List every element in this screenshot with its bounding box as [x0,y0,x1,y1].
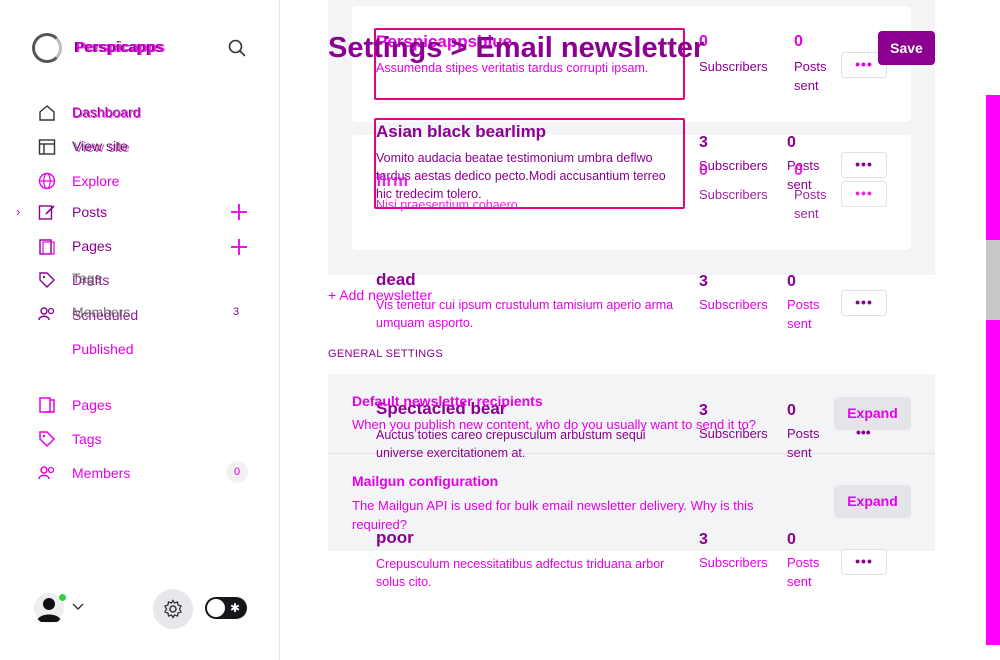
toggle-knob [207,599,225,617]
main-content: Perspicappsblue Assumenda stipes veritat… [280,0,986,660]
newsletter-menu-button[interactable]: ••• [841,152,887,178]
members-icon [38,464,56,482]
tag-icon [38,430,56,448]
nav-label-explore: Explore [72,173,120,189]
nav-label-tags: Tags [72,431,102,447]
add-post-icon[interactable] [230,203,248,221]
subscriber-count: 3 [699,273,708,290]
sun-icon: ✱ [230,601,241,615]
brand-name-ghost: Perspicapps [76,39,166,56]
pages-icon [38,396,56,414]
members-count-badge: 0 [226,461,248,483]
setting-title: Default newsletter recipients [352,393,543,409]
newsletter-menu-button[interactable]: ••• [841,181,887,207]
search-icon[interactable] [228,39,246,57]
gear-icon [163,599,183,619]
home-icon [38,104,56,122]
posts-label: Posts sent [787,297,820,331]
globe-icon [38,172,56,190]
sidebar: Perspicapps Perspicapps Dashboard Dashbo… [0,0,280,660]
nav-label-view-site-ghost: View site [74,139,130,155]
subscriber-label: Subscribers [699,297,768,312]
nav-label-posts: Posts [72,204,108,220]
nav-label-members-ghost: Members [72,304,131,320]
page-title: Settings > Email newsletter [328,32,705,64]
posts-label: Posts sent [794,59,827,93]
add-newsletter-link[interactable]: + Add newsletter [328,287,432,303]
general-settings-heading: GENERAL SETTINGS [328,348,444,360]
posts-count: 0 [794,33,803,50]
save-button[interactable]: Save [878,31,935,65]
brand-logo [32,33,62,63]
nav-label-dashboard-ghost: Dashboard [73,105,142,121]
scrollbar-thumb-inner[interactable] [986,240,1000,320]
expand-mailgun-button[interactable]: Expand [834,485,911,518]
scrollbar-thumb[interactable] [986,95,1000,645]
posts-count: 0 [787,134,796,151]
newsletter-name: poor [376,528,414,547]
chevron-right-icon[interactable]: › [16,204,20,219]
expand-default-recipients-button[interactable]: Expand [834,397,911,430]
members-ghost-icon [38,305,56,323]
status-online-dot [58,593,67,602]
subscriber-label: Subscribers [699,555,768,570]
subscriber-label: Subscribers [699,187,768,202]
nav-label-pages: Pages [72,397,112,413]
posts-count: 0 [794,162,803,179]
posts-label: Posts sent [787,426,820,460]
setting-desc: The Mailgun API is used for bulk email n… [352,498,754,532]
members-ghost-count: 3 [233,306,240,318]
nav-label-pages-ghost: Pages [72,238,112,254]
setting-desc: When you publish new content, who do you… [352,417,756,432]
newsletter-name: firm [376,171,409,190]
posts-label: Posts sent [794,187,827,221]
add-page-icon[interactable] [230,238,248,256]
pencil-square-icon [38,203,56,221]
chevron-down-icon[interactable] [71,599,85,613]
nav-label-published[interactable]: Published [72,341,134,358]
posts-count: 0 [787,273,796,290]
subscriber-count: 0 [699,162,708,179]
nav-label-members: Members [72,465,131,481]
subscriber-label: Subscribers [699,158,768,173]
nav-label-tags-ghost: Tags [72,270,102,286]
settings-button[interactable] [153,589,193,629]
pages-ghost-icon [38,238,56,256]
newsletter-menu-button[interactable]: ••• [841,549,887,575]
tag-ghost-icon [38,271,56,289]
newsletter-desc: Nisi praesentium cohaero. [376,198,522,212]
newsletter-desc: Crepusculum necessitatibus adfectus trid… [376,557,665,589]
posts-label: Posts sent [787,555,820,589]
newsletter-menu-button[interactable]: ••• [841,290,887,316]
subscriber-label: Subscribers [699,59,768,74]
subscriber-count: 3 [699,531,708,548]
setting-title: Mailgun configuration [352,473,499,489]
night-mode-toggle[interactable]: ✱ [205,597,247,619]
posts-count: 0 [787,402,796,419]
browser-window-icon [38,138,56,156]
subscriber-count: 3 [699,134,708,151]
posts-count: 0 [787,531,796,548]
